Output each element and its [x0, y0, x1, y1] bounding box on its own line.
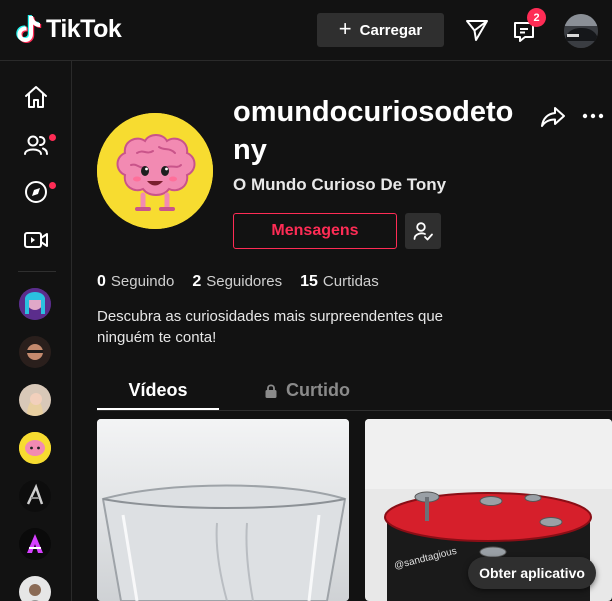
profile-nickname: O Mundo Curioso De Tony: [233, 175, 447, 194]
stat-likes: 15 Curtidas: [300, 273, 379, 291]
tab-liked-label: Curtido: [286, 380, 350, 400]
profile-bio: Descubra as curiosidades mais surpreende…: [97, 308, 444, 346]
following-avatar[interactable]: [19, 480, 51, 512]
following-avatar[interactable]: [19, 384, 51, 416]
friends-notification-dot: [49, 134, 56, 141]
stat-likes-value: 15: [300, 273, 318, 290]
user-check-icon: [413, 222, 433, 241]
video-card[interactable]: [97, 419, 349, 601]
lock-icon: [265, 383, 277, 398]
brain-mascot-icon: [97, 113, 213, 229]
explore-notification-dot: [49, 182, 56, 189]
following-avatar[interactable]: [19, 288, 51, 320]
profile-avatar[interactable]: [97, 113, 213, 229]
live-icon[interactable]: [22, 226, 50, 254]
tiktok-logo-icon: [16, 15, 42, 44]
stat-likes-label: Curtidas: [322, 273, 379, 290]
following-status-button[interactable]: [405, 213, 441, 249]
stat-followers[interactable]: 2 Seguidores: [192, 273, 282, 291]
plus-icon: +: [338, 16, 352, 41]
messages-button[interactable]: Mensagens: [233, 213, 397, 249]
stat-followers-label: Seguidores: [206, 273, 283, 290]
left-sidebar: [0, 61, 72, 601]
profile-stats: 0 Seguindo 2 Seguidores 15 Curtidas: [97, 273, 379, 291]
home-icon[interactable]: [22, 83, 50, 111]
tab-videos[interactable]: Vídeos: [97, 370, 219, 411]
explore-icon[interactable]: [22, 178, 50, 206]
top-header: TikTok + Carregar 2: [0, 0, 612, 61]
sidebar-divider: [18, 271, 56, 272]
following-avatar[interactable]: [19, 336, 51, 368]
tiktok-logo[interactable]: TikTok: [16, 14, 122, 44]
following-avatar[interactable]: [19, 576, 51, 601]
send-icon[interactable]: [464, 17, 490, 43]
stat-followers-value: 2: [192, 273, 202, 290]
stat-following-label: Seguindo: [110, 273, 175, 290]
share-icon[interactable]: [539, 103, 567, 131]
following-avatar[interactable]: [19, 432, 51, 464]
brand-name: TikTok: [46, 14, 122, 43]
friends-icon[interactable]: [22, 131, 50, 159]
stat-following[interactable]: 0 Seguindo: [97, 273, 174, 291]
profile-tabs: Vídeos Curtido: [97, 370, 612, 411]
tab-liked[interactable]: Curtido: [247, 370, 367, 411]
video-thumbnail-glass: [97, 419, 349, 601]
get-app-button[interactable]: Obter aplicativo: [468, 557, 596, 589]
more-options-icon[interactable]: [580, 103, 606, 129]
upload-label: Carregar: [359, 21, 423, 39]
inbox-badge: 2: [527, 8, 546, 27]
stat-following-value: 0: [97, 273, 106, 290]
following-avatar[interactable]: [19, 528, 51, 560]
profile-username: omundocuriosodetony: [233, 96, 514, 166]
active-tab-indicator: [97, 408, 219, 410]
upload-button[interactable]: + Carregar: [317, 13, 444, 47]
user-avatar[interactable]: [564, 14, 598, 48]
car-photo-icon: [564, 14, 598, 48]
